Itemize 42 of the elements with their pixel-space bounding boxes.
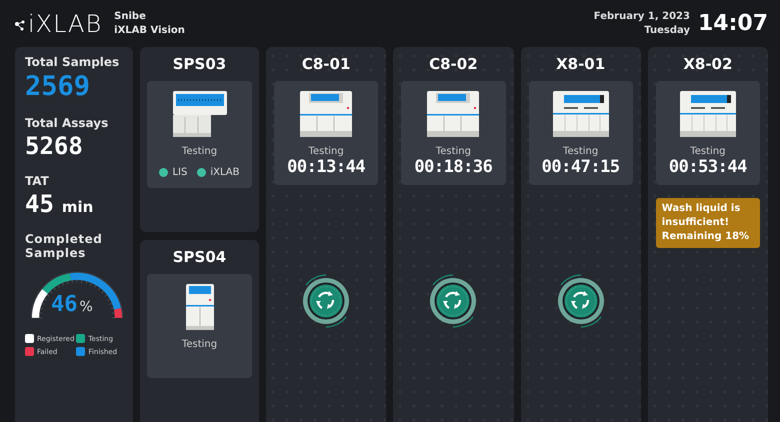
stat-unit: min bbox=[62, 198, 94, 216]
timer: 00:13:44 bbox=[287, 157, 366, 177]
percent-unit: % bbox=[80, 299, 93, 315]
status-text: Testing bbox=[690, 146, 726, 157]
stat-value: 45 bbox=[25, 190, 54, 218]
logo-text: iXLAB bbox=[28, 10, 102, 38]
stat-value: 5268 bbox=[25, 132, 83, 160]
analyzer-drawing bbox=[299, 90, 354, 138]
device-name: SPS03 bbox=[172, 55, 226, 73]
stat-value: 2569 bbox=[25, 71, 90, 102]
product-name: iXLAB Vision bbox=[114, 24, 185, 38]
date-text: February 1, 2023 bbox=[594, 10, 690, 24]
logo-icon bbox=[14, 20, 26, 32]
link-label: iXLAB bbox=[210, 167, 240, 178]
stat-label: Total Samples bbox=[25, 55, 120, 69]
alert-message: Wash liquid is insufficient! Remaining 18% bbox=[656, 198, 760, 248]
device-name: X8-01 bbox=[556, 55, 606, 73]
analyzer-drawing bbox=[426, 90, 480, 138]
device-name: X8-02 bbox=[683, 55, 732, 73]
status-text: Testing bbox=[182, 146, 218, 157]
company-name: Snibe bbox=[114, 10, 147, 24]
timer: 00:53:44 bbox=[668, 157, 747, 177]
device-name: C8-01 bbox=[302, 55, 350, 73]
device-name: SPS04 bbox=[172, 248, 226, 266]
timer: 00:47:15 bbox=[542, 157, 620, 177]
timer: 00:18:36 bbox=[414, 157, 492, 177]
status-text: Testing bbox=[182, 339, 218, 350]
clock-time: 14:07 bbox=[698, 11, 768, 36]
completed-percent: 46 bbox=[51, 292, 78, 317]
analyzer-drawing bbox=[552, 90, 610, 138]
analyzer-drawing bbox=[172, 90, 228, 138]
status-text: Testing bbox=[436, 146, 471, 157]
status-text: Testing bbox=[563, 146, 598, 157]
status-text: Testing bbox=[308, 146, 344, 157]
device-name: C8-02 bbox=[429, 55, 478, 73]
link-label: LIS bbox=[172, 167, 188, 178]
analyzer-drawing bbox=[678, 90, 737, 138]
stat-label: Total Assays bbox=[25, 116, 110, 130]
stat-label: TAT bbox=[25, 174, 50, 188]
analyzer-drawing bbox=[184, 283, 214, 331]
weekday-text: Tuesday bbox=[644, 24, 690, 38]
completed-title: Completed Samples bbox=[25, 232, 104, 260]
